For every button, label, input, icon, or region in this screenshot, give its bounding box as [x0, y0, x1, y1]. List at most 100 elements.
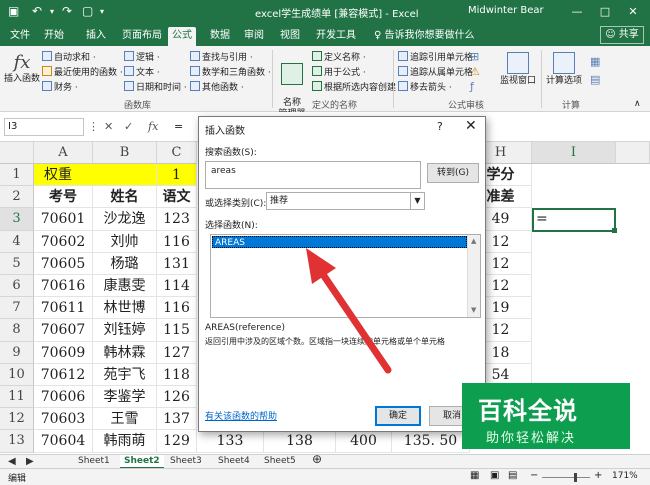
name-manager-button[interactable]: 名称 管理器 [276, 52, 308, 120]
tab-developer[interactable]: 开发工具 [312, 27, 360, 46]
math-button[interactable]: 数学和三角函数 · [190, 66, 271, 79]
sheet-tab[interactable]: Sheet1 [78, 455, 110, 469]
remove-arrows-button[interactable]: 移去箭头 · [398, 81, 452, 94]
row-header[interactable]: 5 [0, 252, 34, 275]
row-header[interactable]: 12 [0, 408, 34, 431]
ok-button[interactable]: 确定 [375, 406, 421, 426]
sheet-tab[interactable]: Sheet3 [170, 455, 202, 469]
cell[interactable]: 70616 [34, 275, 93, 298]
function-list-item-selected[interactable]: AREAS [212, 236, 467, 248]
search-input[interactable]: areas [205, 161, 421, 189]
calc-options-button[interactable]: 计算选项 [544, 52, 584, 87]
cell[interactable]: 70611 [34, 297, 93, 320]
formula-value[interactable]: = [174, 120, 183, 133]
cell[interactable]: 韩雨萌 [93, 430, 157, 453]
undo-dropdown-icon[interactable]: ▾ [50, 7, 54, 16]
collapse-ribbon-icon[interactable]: ∧ [634, 98, 641, 110]
prev-sheet-icon[interactable]: ◀ [8, 455, 16, 469]
more-functions-button[interactable]: 其他函数 · [190, 81, 244, 94]
column-header[interactable]: B [93, 142, 157, 164]
save-icon[interactable]: ▣ [8, 4, 19, 18]
text-button[interactable]: 文本 · [124, 66, 160, 79]
cell[interactable]: 70602 [34, 230, 93, 253]
cell[interactable]: 语文 [157, 186, 197, 209]
function-list[interactable]: AREAS ▲ ▼ [210, 234, 481, 318]
cell[interactable]: 70607 [34, 319, 93, 342]
dialog-close-button[interactable]: ✕ [465, 118, 477, 134]
tab-page-layout[interactable]: 页面布局 [118, 27, 166, 46]
cell[interactable]: 70609 [34, 341, 93, 364]
column-header[interactable] [616, 142, 650, 164]
column-header[interactable]: C [157, 142, 197, 164]
calc-sheet-icon[interactable]: ▤ [590, 74, 600, 86]
row-header[interactable]: 11 [0, 386, 34, 409]
calc-now-icon[interactable]: ▦ [590, 56, 600, 68]
cell[interactable]: 126 [157, 386, 197, 409]
cell[interactable]: 70604 [34, 430, 93, 453]
cell[interactable]: 70605 [34, 252, 93, 275]
cell[interactable]: 李鉴学 [93, 386, 157, 409]
fill-handle[interactable] [612, 228, 617, 233]
tab-formulas[interactable]: 公式 [168, 27, 196, 46]
undo-icon[interactable]: ↶ [32, 4, 42, 18]
fx-icon[interactable]: fx [148, 120, 158, 133]
cell[interactable]: 118 [157, 363, 197, 386]
cell[interactable]: 林世博 [93, 297, 157, 320]
share-button[interactable]: ☺ 共享 [600, 26, 644, 44]
create-from-selection-button[interactable]: 根据所选内容创建 [312, 81, 396, 94]
cell[interactable]: 115 [157, 319, 197, 342]
insert-function-button[interactable]: fx 插入函数 [4, 52, 40, 85]
trace-precedents-button[interactable]: 追踪引用单元格 [398, 51, 473, 64]
redo-icon[interactable]: ↷ [62, 4, 72, 18]
cell[interactable]: 127 [157, 341, 197, 364]
evaluate-formula-icon[interactable]: ƒ [470, 81, 474, 93]
customize-qat-icon[interactable]: ▾ [100, 7, 104, 16]
row-header[interactable]: 8 [0, 319, 34, 342]
tab-data[interactable]: 数据 [206, 27, 234, 46]
category-select[interactable]: 推荐 ▼ [266, 192, 425, 210]
scroll-up-icon[interactable]: ▲ [471, 237, 476, 245]
sheet-tab[interactable]: Sheet5 [264, 455, 296, 469]
lookup-button[interactable]: 查找与引用 · [190, 51, 253, 64]
cancel-icon[interactable]: ✕ [104, 120, 113, 133]
cell[interactable]: 韩林霖 [93, 341, 157, 364]
tab-view[interactable]: 视图 [276, 27, 304, 46]
cell[interactable]: 133 [197, 430, 264, 453]
cell[interactable]: 70612 [34, 363, 93, 386]
column-header[interactable]: A [34, 142, 93, 164]
tab-review[interactable]: 审阅 [240, 27, 268, 46]
cell[interactable]: 70606 [34, 386, 93, 409]
select-all-corner[interactable] [0, 142, 34, 164]
cell[interactable]: 131 [157, 252, 197, 275]
zoom-in-icon[interactable]: + [594, 470, 602, 481]
cell[interactable]: 138 [264, 430, 336, 453]
datetime-button[interactable]: 日期和时间 · [124, 81, 187, 94]
cell[interactable]: 杨璐 [93, 252, 157, 275]
cell[interactable]: 1 [157, 164, 197, 187]
zoom-slider[interactable] [542, 477, 590, 478]
zoom-slider-thumb[interactable] [574, 473, 577, 482]
define-name-button[interactable]: 定义名称 · [312, 51, 366, 64]
page-layout-icon[interactable]: ▣ [490, 470, 499, 481]
cell[interactable]: 刘钰婷 [93, 319, 157, 342]
column-header[interactable]: I [532, 142, 616, 164]
add-sheet-icon[interactable]: ⊕ [312, 453, 322, 467]
cell[interactable]: 116 [157, 297, 197, 320]
use-in-formula-button[interactable]: 用于公式 · [312, 66, 366, 79]
watch-window-button[interactable]: 监视窗口 [498, 52, 538, 87]
cell[interactable]: 129 [157, 430, 197, 453]
logical-button[interactable]: 逻辑 · [124, 51, 160, 64]
tab-insert[interactable]: 插入 [82, 27, 110, 46]
close-button[interactable]: ✕ [620, 2, 646, 22]
cell[interactable]: 70603 [34, 408, 93, 431]
row-header[interactable]: 4 [0, 230, 34, 253]
autosum-button[interactable]: 自动求和 · [42, 51, 96, 64]
cell[interactable]: 135. 50 [392, 430, 470, 453]
row-header[interactable]: 9 [0, 341, 34, 364]
next-sheet-icon[interactable]: ▶ [26, 455, 34, 469]
new-file-icon[interactable]: ▢ [82, 4, 93, 18]
cell[interactable]: 权重 [34, 164, 157, 187]
cell[interactable]: 刘帅 [93, 230, 157, 253]
function-help-link[interactable]: 有关该函数的帮助 [205, 409, 277, 422]
name-box[interactable]: I3 [4, 118, 84, 136]
